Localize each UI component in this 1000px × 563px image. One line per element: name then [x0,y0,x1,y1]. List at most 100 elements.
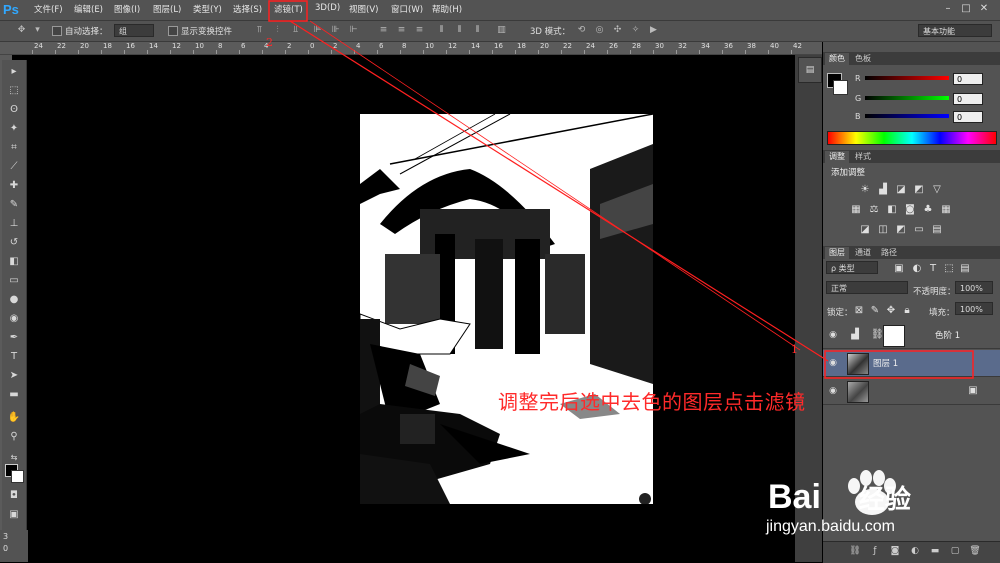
pen-tool-icon[interactable]: ✒ [4,330,24,346]
layer-row-levels[interactable]: ◉ ▟ ⛓ 色阶 1 [823,322,1000,349]
tab-color[interactable]: 颜色 [825,53,849,65]
hue-saturation-icon[interactable]: ▦ [850,204,862,216]
filter-adjust-icon[interactable]: ◐ [911,263,923,275]
distribute-left-icon[interactable]: ⦀ [436,25,447,36]
trash-icon[interactable]: 🗑︎ [969,545,981,557]
document-canvas[interactable] [360,114,653,504]
opacity-input[interactable]: 100% [955,281,993,294]
menu-select[interactable]: 选择(S) [233,3,262,15]
screen-mode-icon[interactable]: ▣ [4,507,24,523]
new-layer-icon[interactable]: ▢ [949,545,961,557]
lock-all-icon[interactable]: 🔒︎ [901,305,913,317]
align-hcenter-icon[interactable]: ⊪ [330,25,341,36]
add-mask-icon[interactable]: ◙ [889,545,901,557]
clone-stamp-icon[interactable]: ⊥ [4,216,24,232]
new-adjustment-icon[interactable]: ◐ [909,545,921,557]
menu-view[interactable]: 视图(V) [349,3,378,15]
eye-icon[interactable]: ◉ [828,330,838,340]
color-spectrum-bar[interactable] [827,131,997,145]
slide-3d-icon[interactable]: ✧ [630,25,641,36]
posterize-icon[interactable]: ◫ [877,224,889,236]
roll-3d-icon[interactable]: ◎ [594,25,605,36]
menu-type[interactable]: 类型(Y) [193,3,222,15]
chevron-down-icon[interactable]: ▾ [32,25,43,36]
menu-filter[interactable]: 滤镜(T) [274,3,303,15]
move-tool-icon[interactable]: ▸ [4,64,24,80]
lock-pixels-icon[interactable]: ✎ [869,305,881,317]
brightness-icon[interactable]: ☀ [859,184,871,196]
photo-filter-icon[interactable]: ◙ [904,204,916,216]
layer-row-layer1[interactable]: ◉ 图层 1 [823,350,1000,377]
align-left-icon[interactable]: ⊫ [312,25,323,36]
marquee-tool-icon[interactable]: ⬚ [4,83,24,99]
background-color-swatch[interactable] [11,470,24,483]
distribute-hcenter-icon[interactable]: ⦀ [454,25,465,36]
align-top-icon[interactable]: ⫪ [254,25,265,36]
history-panel-icon[interactable]: ▤ [798,57,822,83]
tab-styles[interactable]: 样式 [851,151,875,163]
exposure-icon[interactable]: ◩ [913,184,925,196]
pan-3d-icon[interactable]: ✣ [612,25,623,36]
hand-tool-icon[interactable]: ✋ [4,410,24,426]
auto-select-checkbox[interactable] [52,26,62,36]
invert-icon[interactable]: ◪ [859,224,871,236]
history-brush-icon[interactable]: ↺ [4,235,24,251]
color-lookup-icon[interactable]: ▦ [940,204,952,216]
curves-icon[interactable]: ◪ [895,184,907,196]
move-tool-icon[interactable]: ✥ [16,25,27,36]
layer-filter-dropdown[interactable]: ρ 类型 [826,261,878,274]
filter-type-icon[interactable]: T [927,263,939,275]
distribute-right-icon[interactable]: ⦀ [472,25,483,36]
eye-icon[interactable]: ◉ [828,386,838,396]
eyedropper-icon[interactable]: ⟋ [4,159,24,175]
link-layers-icon[interactable]: ⛓ [849,545,861,557]
blur-tool-icon[interactable]: ● [4,292,24,308]
levels-icon[interactable]: ▟ [877,184,889,196]
tab-paths[interactable]: 路径 [877,247,901,259]
menu-file[interactable]: 文件(F) [34,3,63,15]
channel-b-slider[interactable] [865,114,949,118]
fill-input[interactable]: 100% [955,302,993,315]
align-vcenter-icon[interactable]: ⫶ [272,25,283,36]
menu-image[interactable]: 图像(I) [114,3,140,15]
menu-3d[interactable]: 3D(D) [315,3,340,13]
menu-layer[interactable]: 图层(L) [153,3,181,15]
channel-r-slider[interactable] [865,76,949,80]
video-camera-icon[interactable]: ▶ [648,25,659,36]
menu-edit[interactable]: 编辑(E) [74,3,103,15]
color-bg-swatch[interactable] [833,80,848,95]
gradient-tool-icon[interactable]: ▭ [4,273,24,289]
align-bottom-icon[interactable]: ⫫ [290,25,301,36]
tab-swatches[interactable]: 色板 [851,53,875,65]
channel-r-value[interactable]: 0 [953,73,983,85]
healing-brush-icon[interactable]: ✚ [4,178,24,194]
threshold-icon[interactable]: ◩ [895,224,907,236]
rotate-3d-icon[interactable]: ⟲ [576,25,587,36]
menu-window[interactable]: 窗口(W) [391,3,423,15]
zoom-tool-icon[interactable]: ⚲ [4,429,24,445]
distribute-bottom-icon[interactable]: ≡ [414,25,425,36]
path-selection-icon[interactable]: ➤ [4,368,24,384]
lasso-tool-icon[interactable]: ʘ [4,102,24,118]
tab-layers[interactable]: 图层 [825,247,849,259]
dodge-tool-icon[interactable]: ◉ [4,311,24,327]
lock-transparent-icon[interactable]: ⊠ [853,305,865,317]
quick-mask-icon[interactable]: ◘ [4,488,24,504]
maximize-icon[interactable]: □ [960,3,972,15]
align-right-icon[interactable]: ⊩ [348,25,359,36]
close-icon[interactable]: ✕ [978,3,990,15]
filter-pixel-icon[interactable]: ▣ [893,263,905,275]
filter-smart-icon[interactable]: ▤ [959,263,971,275]
lock-position-icon[interactable]: ✥ [885,305,897,317]
color-balance-icon[interactable]: ⚖ [868,204,880,216]
blend-mode-dropdown[interactable]: 正常 [826,281,908,294]
channel-g-value[interactable]: 0 [953,93,983,105]
vibrance-icon[interactable]: ▽ [931,184,943,196]
eraser-tool-icon[interactable]: ◧ [4,254,24,270]
new-group-icon[interactable]: ▬ [929,545,941,557]
layer-mask-thumbnail[interactable] [883,325,905,347]
menu-help[interactable]: 帮助(H) [432,3,462,15]
selective-color-icon[interactable]: ▤ [931,224,943,236]
black-white-icon[interactable]: ◧ [886,204,898,216]
auto-select-dropdown[interactable]: 组 [114,24,154,37]
